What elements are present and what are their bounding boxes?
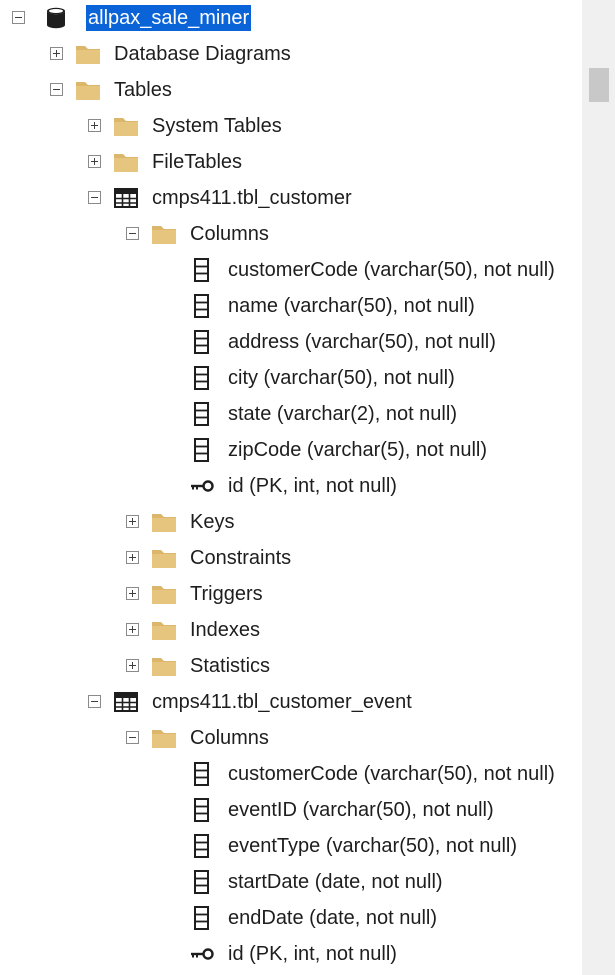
tree-node-label: Constraints xyxy=(190,547,292,569)
tree-node[interactable]: id (PK, int, not null) xyxy=(0,936,582,972)
column-icon xyxy=(188,257,216,283)
folder-icon xyxy=(150,509,178,535)
tree-node-label: Indexes xyxy=(190,619,261,641)
folder-icon xyxy=(150,725,178,751)
tree-node-label: Columns xyxy=(190,223,269,245)
tree-node-label: Statistics xyxy=(190,655,271,677)
column-icon xyxy=(188,329,216,355)
tree-node-label: eventID (varchar(50), not null) xyxy=(228,799,494,821)
tree-node[interactable]: Keys xyxy=(0,504,582,540)
tree-node[interactable]: Columns xyxy=(0,720,582,756)
folder-icon xyxy=(112,113,140,139)
tree-node[interactable]: Tables xyxy=(0,72,582,108)
table-icon xyxy=(112,689,140,715)
tree-node[interactable]: zipCode (varchar(5), not null) xyxy=(0,432,582,468)
collapse-toggle[interactable] xyxy=(126,731,139,744)
tree-node[interactable]: city (varchar(50), not null) xyxy=(0,360,582,396)
object-explorer-tree[interactable]: allpax_sale_miner Database Diagrams Tables… xyxy=(0,0,582,975)
tree-node[interactable]: Statistics xyxy=(0,648,582,684)
tree-node-label: FileTables xyxy=(152,151,243,173)
tree-node[interactable]: state (varchar(2), not null) xyxy=(0,396,582,432)
folder-icon xyxy=(74,77,102,103)
tree-node[interactable]: FileTables xyxy=(0,144,582,180)
tree-node[interactable]: allpax_sale_miner xyxy=(0,0,582,36)
expand-toggle[interactable] xyxy=(88,155,101,168)
tree-node-label: id (PK, int, not null) xyxy=(228,943,397,965)
tree-node[interactable]: cmps411.tbl_customer xyxy=(0,180,582,216)
column-icon xyxy=(188,797,216,823)
tree-node[interactable]: address (varchar(50), not null) xyxy=(0,324,582,360)
column-icon xyxy=(188,905,216,931)
tree-node[interactable]: eventID (varchar(50), not null) xyxy=(0,792,582,828)
tree-node-label: Triggers xyxy=(190,583,263,605)
tree-node[interactable]: endDate (date, not null) xyxy=(0,900,582,936)
tree-node-label: Columns xyxy=(190,727,269,749)
tree-node-label: eventType (varchar(50), not null) xyxy=(228,835,518,857)
collapse-toggle[interactable] xyxy=(88,191,101,204)
tree-node[interactable]: customerCode (varchar(50), not null) xyxy=(0,252,582,288)
tree-node[interactable]: cmps411.tbl_customer_event xyxy=(0,684,582,720)
tree-node-label: endDate (date, not null) xyxy=(228,907,438,929)
column-icon xyxy=(188,401,216,427)
collapse-toggle[interactable] xyxy=(50,83,63,96)
tree-node[interactable]: customerCode (varchar(50), not null) xyxy=(0,756,582,792)
column-icon xyxy=(188,869,216,895)
tree-node[interactable]: Indexes xyxy=(0,612,582,648)
tree-node-label: zipCode (varchar(5), not null) xyxy=(228,439,487,461)
column-icon xyxy=(188,365,216,391)
tree-node-label: cmps411.tbl_customer xyxy=(152,187,352,209)
expand-toggle[interactable] xyxy=(126,551,139,564)
expand-toggle[interactable] xyxy=(126,659,139,672)
column-icon xyxy=(188,293,216,319)
expand-toggle[interactable] xyxy=(126,587,139,600)
expand-toggle[interactable] xyxy=(88,119,101,132)
tree-node-label: customerCode (varchar(50), not null) xyxy=(228,259,555,281)
tree-node-label: startDate (date, not null) xyxy=(228,871,443,893)
tree-node[interactable]: name (varchar(50), not null) xyxy=(0,288,582,324)
folder-icon xyxy=(150,221,178,247)
collapse-toggle[interactable] xyxy=(88,695,101,708)
tree-node-label: Keys xyxy=(190,511,235,533)
column-icon xyxy=(188,761,216,787)
tree-node[interactable]: Triggers xyxy=(0,576,582,612)
tree-node-label: name (varchar(50), not null) xyxy=(228,295,475,317)
column-icon xyxy=(188,437,216,463)
tree-node[interactable]: System Tables xyxy=(0,108,582,144)
folder-icon xyxy=(150,617,178,643)
folder-icon xyxy=(150,581,178,607)
tree-node-label: address (varchar(50), not null) xyxy=(228,331,496,353)
expand-toggle[interactable] xyxy=(50,47,63,60)
scrollbar-thumb[interactable] xyxy=(589,68,609,102)
collapse-toggle[interactable] xyxy=(12,11,25,24)
tree-node[interactable]: id (PK, int, not null) xyxy=(0,468,582,504)
tree-node-label: allpax_sale_miner xyxy=(86,5,252,31)
vertical-scrollbar[interactable] xyxy=(582,0,615,975)
tree-node-label: city (varchar(50), not null) xyxy=(228,367,455,389)
column-icon xyxy=(188,833,216,859)
expand-toggle[interactable] xyxy=(126,515,139,528)
tree-node-label: id (PK, int, not null) xyxy=(228,475,397,497)
key-icon xyxy=(188,473,216,499)
folder-icon xyxy=(74,41,102,67)
tree-node[interactable]: Constraints xyxy=(0,540,582,576)
folder-icon xyxy=(150,545,178,571)
table-icon xyxy=(112,185,140,211)
tree-node[interactable]: Database Diagrams xyxy=(0,36,582,72)
tree-node-label: state (varchar(2), not null) xyxy=(228,403,457,425)
tree-node[interactable]: startDate (date, not null) xyxy=(0,864,582,900)
tree-node-label: Database Diagrams xyxy=(114,43,291,65)
folder-icon xyxy=(150,653,178,679)
tree-node-label: cmps411.tbl_customer_event xyxy=(152,691,412,713)
collapse-toggle[interactable] xyxy=(126,227,139,240)
database-icon xyxy=(42,5,70,31)
tree-node-label: Tables xyxy=(114,79,172,101)
expand-toggle[interactable] xyxy=(126,623,139,636)
folder-icon xyxy=(112,149,140,175)
tree-node[interactable]: Columns xyxy=(0,216,582,252)
tree-node[interactable]: eventType (varchar(50), not null) xyxy=(0,828,582,864)
key-icon xyxy=(188,941,216,967)
tree-node-label: System Tables xyxy=(152,115,282,137)
tree-node-label: customerCode (varchar(50), not null) xyxy=(228,763,555,785)
